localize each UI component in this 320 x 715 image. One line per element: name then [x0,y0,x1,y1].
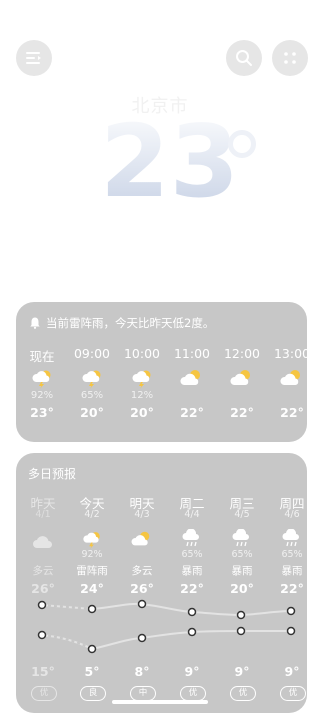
hour-item: 现在 92% 23° [16,346,68,420]
day-item: 今天 4/2 92% 雷阵雨 24° [67,493,117,596]
hour-precip [216,390,268,403]
day-low: 9° [284,664,300,679]
hour-precip: 92% [30,390,54,401]
hour-precip: 65% [80,390,104,401]
day-weather: 多云 [32,565,54,577]
menu-button[interactable] [16,40,52,76]
grid-dots-icon [284,52,296,64]
hour-temp: 23° [30,405,54,420]
day-item: 周四 4/6 65% 暴雨 22° [267,493,307,596]
hour-item: 13:00 22° [266,346,307,420]
partly-cloudy-icon [266,366,307,390]
hour-temp: 20° [130,405,154,420]
weather-alert: 当前雷阵雨，今天比昨天低2度。 [30,315,214,331]
day-label: 周四 [279,496,305,511]
hour-time: 现在 [29,349,55,364]
day-item: 昨天 4/1 多云 26° [18,493,68,596]
day-weather: 雷阵雨 [76,565,108,577]
hour-item: 11:00 22° [166,346,218,420]
day-precip [117,549,167,561]
day-date: 4/3 [134,509,150,520]
thunder-icon [16,366,68,390]
day-low: 5° [84,664,100,679]
aqi-badge: 优 [230,686,256,701]
hour-item: 09:00 65% 20° [66,346,118,420]
day-low: 9° [184,664,200,679]
day-weather: 暴雨 [281,565,303,577]
hour-precip: 12% [130,390,154,401]
hour-time: 12:00 [223,346,261,361]
day-label: 周二 [179,496,205,511]
rain-icon [217,525,267,549]
day-precip: 65% [281,549,303,560]
search-icon [236,50,252,66]
thunder-icon [67,525,117,549]
day-label: 周三 [229,496,255,511]
day-low: 8° [134,664,150,679]
aqi-badge: 优 [31,686,57,701]
more-button[interactable] [272,40,308,76]
day-low: 15° [31,664,55,679]
day-item: 周二 4/4 65% 暴雨 22° [167,493,217,596]
day-label: 昨天 [30,496,56,511]
day-low: 9° [234,664,250,679]
thunder-icon [66,366,118,390]
day-date: 4/4 [184,509,200,520]
daily-forecast-card[interactable]: 多日预报 昨天 4/1 多云 26° 今天 4/2 92% 雷阵雨 24° 明天… [16,453,307,713]
hour-time: 10:00 [123,346,161,361]
degree-symbol [228,130,256,158]
rain-icon [267,525,307,549]
hour-item: 12:00 22° [216,346,268,420]
partly-cloudy-icon [117,525,167,549]
aqi-badge: 良 [80,686,106,701]
day-label: 明天 [129,496,155,511]
search-button[interactable] [226,40,262,76]
daily-title: 多日预报 [28,467,77,481]
menu-icon [26,52,41,64]
day-label: 今天 [79,496,105,511]
day-precip: 92% [81,549,103,560]
hour-temp: 20° [80,405,104,420]
hour-item: 10:00 12% 20° [116,346,168,420]
day-weather: 暴雨 [181,565,203,577]
alert-text: 当前雷阵雨，今天比昨天低2度。 [46,316,215,330]
hour-temp: 22° [230,405,254,420]
aqi-badge: 优 [180,686,206,701]
aqi-badge: 优 [280,686,306,701]
day-date: 4/1 [35,509,51,520]
day-item: 周三 4/5 65% 暴雨 20° [217,493,267,596]
partly-cloudy-icon [166,366,218,390]
high-temp-dots [37,599,296,620]
day-weather: 多云 [131,565,153,577]
day-date: 4/2 [84,509,100,520]
day-weather: 暴雨 [231,565,253,577]
hour-temp: 22° [280,405,304,420]
hourly-forecast-card[interactable]: 当前雷阵雨，今天比昨天低2度。 现在 92% 23° 09:00 65% 20°… [16,302,307,442]
hour-precip [166,390,218,403]
day-precip [18,549,68,561]
hour-time: 13:00 [273,346,307,361]
thunder-icon [116,366,168,390]
hour-precip [266,390,307,403]
hour-temp: 22° [180,405,204,420]
hour-time: 09:00 [73,346,111,361]
partly-cloudy-icon [216,366,268,390]
aqi-badge: 中 [130,686,156,701]
day-item: 明天 4/3 多云 26° [117,493,167,596]
temperature-trend-chart [37,599,296,654]
current-temperature: 23 [100,103,240,220]
day-precip: 65% [231,549,253,560]
home-indicator[interactable] [112,700,208,704]
bell-icon [30,317,40,329]
day-date: 4/5 [234,509,250,520]
day-precip: 65% [181,549,203,560]
hour-time: 11:00 [173,346,211,361]
cloudy-icon [18,525,68,549]
rain-icon [167,525,217,549]
